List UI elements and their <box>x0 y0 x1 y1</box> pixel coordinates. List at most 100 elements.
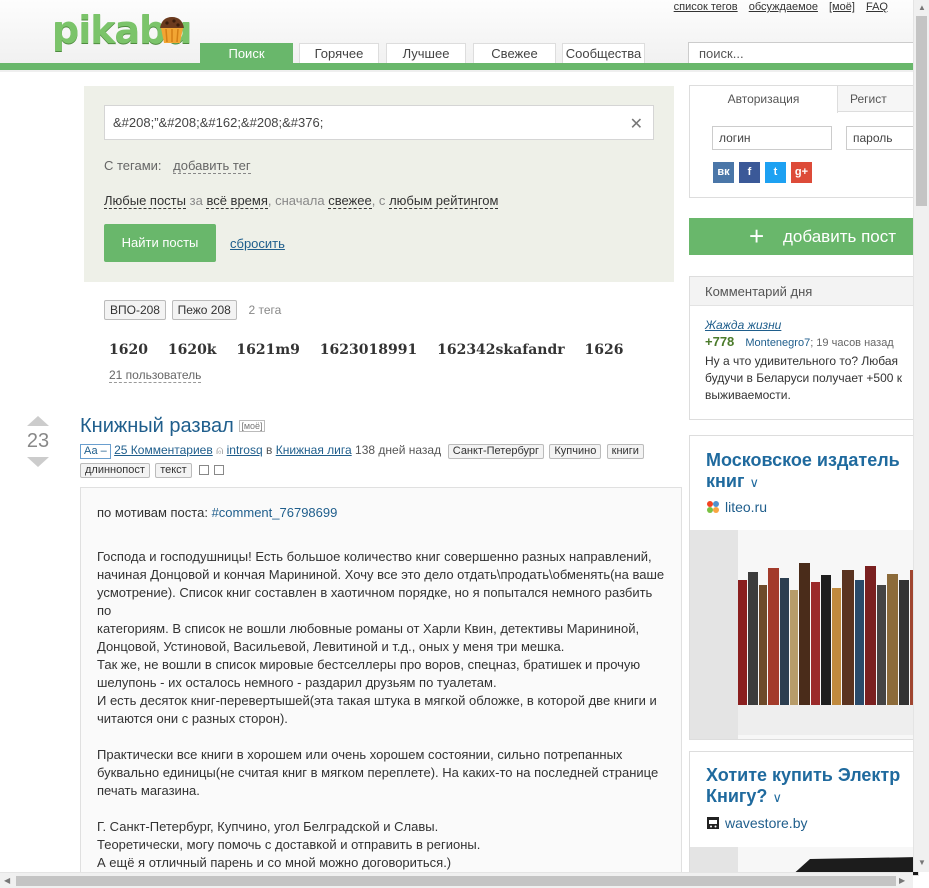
comment-rating: +778 <box>705 334 735 349</box>
tab-communities[interactable]: Сообщества <box>562 43 645 63</box>
filter-rating-label: , с <box>371 193 386 208</box>
comment-author[interactable]: Montenegro7 <box>745 337 810 349</box>
filter-posts[interactable]: Любые посты <box>104 193 186 209</box>
search-query-value: &#208;”&#208;&#162;&#208;&#376; <box>113 115 324 130</box>
chevron-down-icon[interactable]: ∨ <box>749 475 759 490</box>
filter-rating[interactable]: любым рейтингом <box>389 193 499 209</box>
auth-tabs: Авторизация Регист <box>690 86 920 113</box>
cart-icon <box>707 817 719 829</box>
font-size-toggle[interactable]: Аа – <box>80 444 111 459</box>
comment-post-link[interactable]: Жажда жизни <box>705 318 781 332</box>
ad-title[interactable]: Московское издатель книг ∨ <box>706 450 900 493</box>
filter-sort[interactable]: свежее <box>328 193 372 209</box>
tab-best[interactable]: Лучшее <box>386 43 466 63</box>
post-age: 138 дней назад <box>355 443 442 457</box>
header-search-input[interactable]: поиск... <box>688 42 918 64</box>
users-count-link[interactable]: 21 пользователь <box>109 368 202 383</box>
user-link[interactable]: 1620k <box>168 342 217 358</box>
expand-icon[interactable] <box>214 464 225 475</box>
post-meta-tags: длиннопост текст <box>80 462 225 478</box>
search-panel: &#208;”&#208;&#162;&#208;&#376; ✕ С тега… <box>84 86 674 282</box>
link-tag-list[interactable]: список тегов <box>674 1 738 13</box>
ad-block[interactable]: Московское издатель книг ∨ liteo.ru <box>689 435 919 740</box>
user-icon: ⍝ <box>216 443 224 457</box>
auth-block: Авторизация Регист логин пароль вк f t g… <box>689 85 926 198</box>
vote-block: 23 <box>27 416 49 467</box>
ad-title[interactable]: Хотите купить Электр Книгу? ∨ <box>706 765 900 808</box>
ad-title-line: книг ∨ <box>706 471 900 493</box>
add-tag-link[interactable]: добавить тег <box>173 158 251 174</box>
link-faq[interactable]: FAQ <box>866 1 888 13</box>
twitter-icon[interactable]: t <box>765 162 786 183</box>
post-title: Книжный развал [моё] <box>80 415 265 438</box>
community-link[interactable]: Книжная лига <box>276 443 352 457</box>
tags-row: С тегами: добавить тег <box>104 158 251 174</box>
user-link[interactable]: 1620 <box>109 342 148 358</box>
ad-title-line: Книгу? ∨ <box>706 786 900 808</box>
reset-link[interactable]: сбросить <box>230 236 285 251</box>
post-body: по мотивам поста: #comment_76798699 Госп… <box>80 487 682 887</box>
login-input[interactable]: логин <box>712 126 832 150</box>
comment-meta: +778 Montenegro7; 19 часов назад <box>705 334 894 349</box>
vertical-scrollbar[interactable]: ▲ ▼ <box>913 0 929 872</box>
user-link[interactable]: 1626 <box>585 342 624 358</box>
upvote-icon[interactable] <box>27 416 49 426</box>
tag-chip[interactable]: Пежо 208 <box>171 300 237 320</box>
ad-site[interactable]: wavestore.by <box>706 815 807 831</box>
ad-image[interactable] <box>690 530 918 739</box>
add-post-button[interactable]: + добавить пост <box>689 218 919 255</box>
post-ref-link[interactable]: #comment_76798699 <box>212 505 338 520</box>
filter-period[interactable]: всё время <box>206 193 268 209</box>
user-link[interactable]: 1623018991 <box>320 342 417 358</box>
clear-icon[interactable]: ✕ <box>630 114 643 134</box>
ad-site[interactable]: liteo.ru <box>706 499 767 515</box>
chevron-down-icon[interactable]: ∨ <box>772 790 782 805</box>
scroll-down-icon[interactable]: ▼ <box>918 858 926 867</box>
google-plus-icon[interactable]: g+ <box>791 162 812 183</box>
find-posts-button[interactable]: Найти посты <box>104 224 216 262</box>
user-link[interactable]: 1621m9 <box>236 342 300 358</box>
ad-title-line: Московское издатель <box>706 450 900 470</box>
link-discussed[interactable]: обсуждаемое <box>749 1 818 13</box>
post-tag[interactable]: Купчино <box>549 444 602 459</box>
search-query-input[interactable]: &#208;”&#208;&#162;&#208;&#376; ✕ <box>104 105 654 140</box>
mine-badge: [моё] <box>239 420 265 432</box>
tags-count: 2 тега <box>248 303 282 317</box>
scroll-up-icon[interactable]: ▲ <box>918 3 926 12</box>
post-tag[interactable]: длиннопост <box>80 463 150 478</box>
user-link[interactable]: 162342skafandr <box>437 342 565 358</box>
books-image <box>690 530 918 739</box>
post-tag[interactable]: Санкт-Петербург <box>447 444 545 459</box>
ad-site-text: liteo.ru <box>725 499 768 515</box>
filter-sort-label: , сначала <box>267 193 325 208</box>
facebook-icon[interactable]: f <box>739 162 760 183</box>
scroll-left-icon[interactable]: ◀ <box>4 876 10 885</box>
vertical-scroll-thumb[interactable] <box>916 16 927 206</box>
downvote-icon[interactable] <box>27 457 49 467</box>
tab-fresh[interactable]: Свежее <box>473 43 556 63</box>
post-ref: по мотивам поста: #comment_76798699 <box>97 504 665 522</box>
post-ref-label: по мотивам поста: <box>97 505 208 520</box>
tab-login[interactable]: Авторизация <box>690 86 838 113</box>
pikabu-logo[interactable]: pikabu <box>52 10 192 50</box>
save-icon[interactable] <box>199 464 210 475</box>
post-title-link[interactable]: Книжный развал <box>80 415 234 437</box>
author-link[interactable]: introsq <box>227 443 263 457</box>
scroll-right-icon[interactable]: ▶ <box>899 876 905 885</box>
tab-register[interactable]: Регист <box>850 86 920 112</box>
tag-chip[interactable]: ВПО-208 <box>104 300 166 320</box>
horizontal-scroll-thumb[interactable] <box>16 876 896 886</box>
post-tag[interactable]: текст <box>155 463 192 478</box>
found-tags: ВПО-208 Пежо 208 2 тега <box>104 300 281 320</box>
tab-hot[interactable]: Горячее <box>299 43 379 63</box>
vk-icon[interactable]: вк <box>713 162 734 183</box>
ad-block[interactable]: Хотите купить Электр Книгу? ∨ wavestore.… <box>689 751 919 876</box>
tab-search[interactable]: Поиск <box>200 43 293 63</box>
ad-site-text: wavestore.by <box>725 815 808 831</box>
link-mine[interactable]: [моё] <box>829 1 855 13</box>
post-tag[interactable]: книги <box>606 444 644 459</box>
comment-of-day-heading: Комментарий дня <box>690 277 918 306</box>
header: pikabu список тегов обсуждаемое [моё] FA… <box>0 0 918 72</box>
horizontal-scrollbar[interactable]: ◀ ▶ <box>0 872 913 888</box>
comments-link[interactable]: 25 Комментариев <box>114 443 213 457</box>
